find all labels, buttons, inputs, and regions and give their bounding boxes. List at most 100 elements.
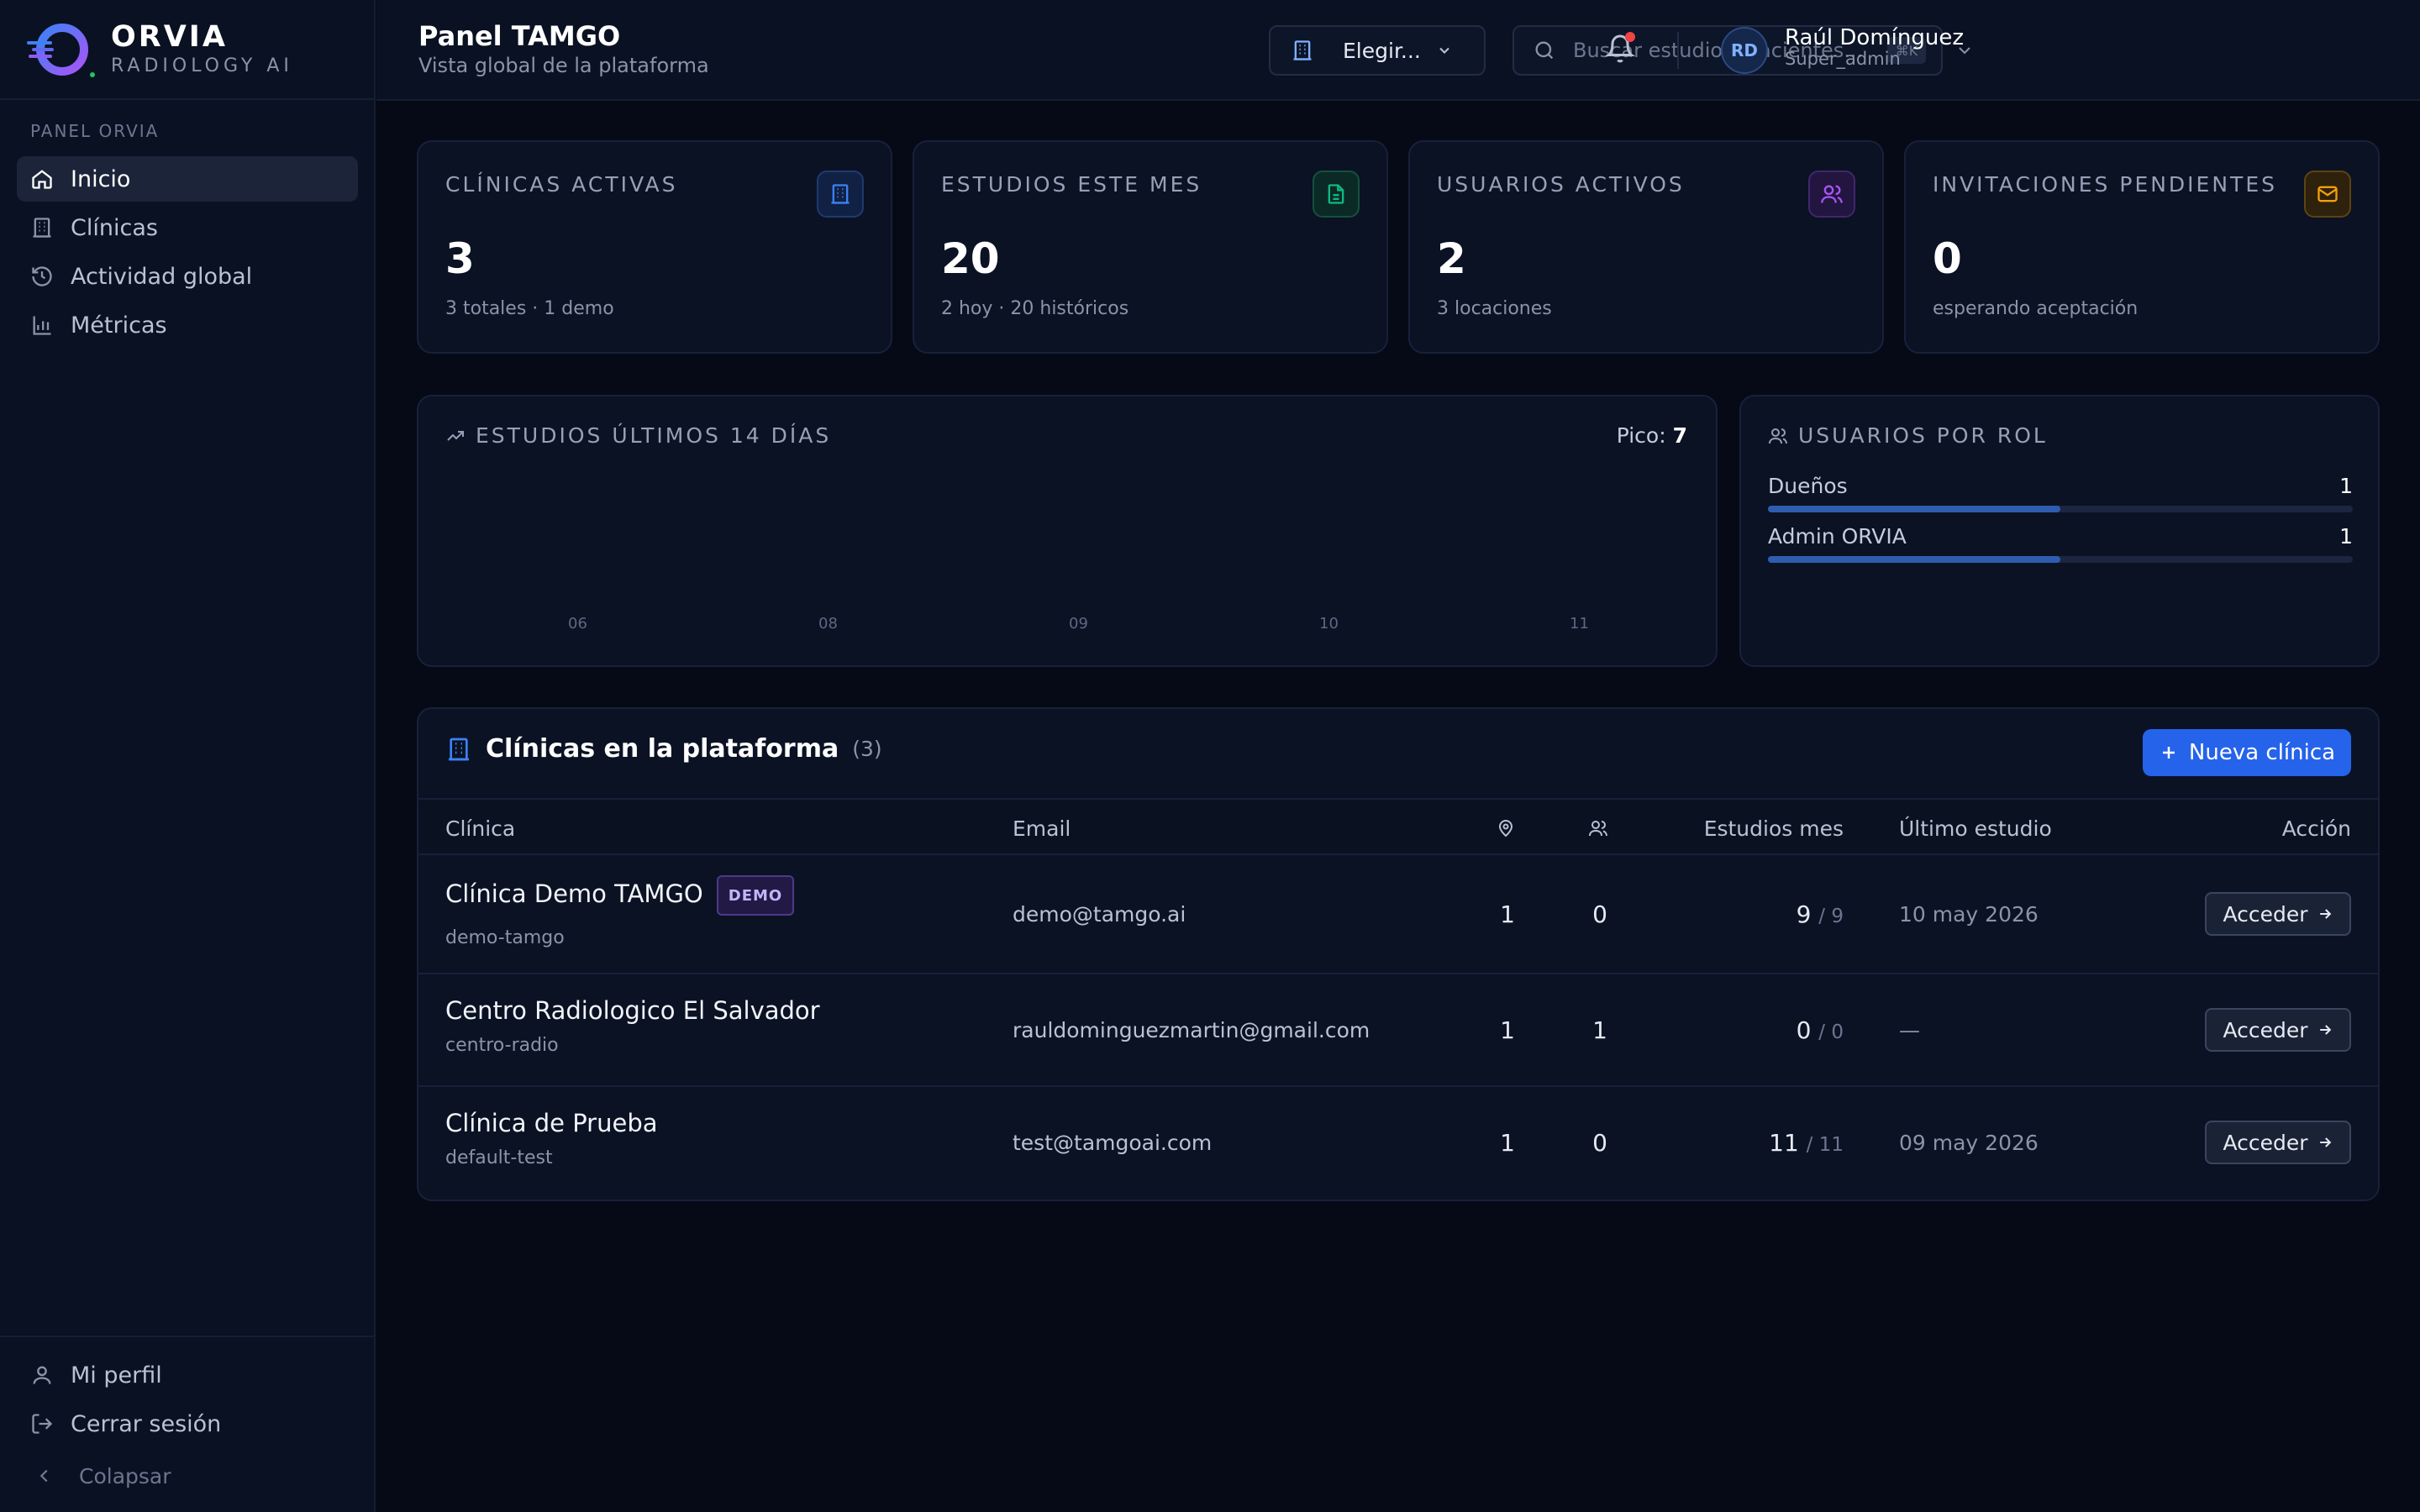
sidebar-item-metricas[interactable]: Métricas (17, 302, 358, 348)
logo-area: ORVIA RADIOLOGY AI (0, 0, 374, 100)
stat-sub: 3 totales · 1 demo (445, 298, 614, 319)
clinic-name-text: Clínica Demo TAMGO (445, 879, 703, 908)
access-button[interactable]: Acceder (2205, 892, 2351, 936)
clinic-name: Clínica Demo TAMGO DEMO (445, 875, 795, 916)
sidebar-item-label: Inicio (71, 165, 131, 192)
notification-dot (1625, 32, 1635, 42)
stat-value: 20 (941, 234, 1000, 283)
col-last-study[interactable]: Último estudio (1899, 816, 2052, 841)
clinic-selector[interactable]: Elegir... (1269, 25, 1486, 76)
logout-label: Cerrar sesión (71, 1410, 222, 1437)
stat-value: 3 (445, 234, 475, 283)
clinic-locations: 1 (1500, 1129, 1515, 1157)
stat-icon-box (1313, 171, 1360, 218)
roles-card: USUARIOS POR ROL Dueños 1 Admin ORVIA 1 (1739, 395, 2380, 667)
stat-label: USUARIOS ACTIVOS (1437, 172, 1685, 197)
col-action: Acción (2281, 816, 2351, 841)
access-button[interactable]: Acceder (2205, 1121, 2351, 1164)
x-tick-label: 06 (568, 615, 587, 633)
arrow-right-icon (2319, 909, 2331, 919)
collapse-sidebar-button[interactable]: Colapsar (17, 1453, 357, 1499)
arrow-right-icon (2319, 1137, 2331, 1147)
x-tick-label: 09 (1069, 615, 1088, 633)
col-email[interactable]: Email (1013, 816, 1071, 841)
clinic-name: Centro Radiologico El Salvador (445, 996, 820, 1025)
table-row: Centro Radiologico El Salvador centro-ra… (418, 974, 2378, 1087)
stat-card-clinicas: CLÍNICAS ACTIVAS 3 3 totales · 1 demo (417, 140, 892, 354)
collapse-label: Colapsar (79, 1463, 171, 1488)
users-icon (1589, 821, 1607, 837)
col-users[interactable] (1588, 818, 1608, 843)
access-button[interactable]: Acceder (2205, 1008, 2351, 1052)
clinic-studies: 11 / 11 (1769, 1129, 1844, 1157)
sidebar-item-inicio[interactable]: Inicio (17, 156, 358, 202)
studies-month: 0 (1796, 1016, 1812, 1044)
sidebar: ORVIA RADIOLOGY AI PANEL ORVIA Inicio Cl… (0, 0, 376, 1512)
clinic-email: rauldominguezmartin@gmail.com (1013, 1018, 1370, 1042)
roles-title: USUARIOS POR ROL (1768, 423, 2048, 448)
brand-name: ORVIA (111, 19, 228, 54)
building-icon (33, 218, 51, 238)
sidebar-item-clinicas[interactable]: Clínicas (17, 205, 358, 250)
clinic-email: demo@tamgo.ai (1013, 902, 1186, 927)
chart-title-text: ESTUDIOS ÚLTIMOS 14 DÍAS (476, 423, 832, 448)
logout-icon (32, 1414, 53, 1434)
col-studies[interactable]: Estudios mes (1704, 816, 1844, 841)
new-clinic-label: Nueva clínica (2188, 740, 2336, 765)
plus-icon (2162, 747, 2175, 759)
table-header: Clínica Email Estudios mes Último estudi… (418, 798, 2378, 855)
arrow-right-icon (2319, 1025, 2331, 1035)
users-icon (1769, 428, 1787, 444)
clinic-users: 0 (1592, 900, 1607, 928)
role-name: Dueños (1768, 474, 1848, 498)
sidebar-item-actividad-global[interactable]: Actividad global (17, 254, 358, 299)
clinics-title-text: Clínicas en la plataforma (486, 734, 839, 764)
clinic-last-study: 10 may 2026 (1899, 902, 2039, 927)
role-bar-track (1768, 556, 2353, 563)
stat-card-estudios: ESTUDIOS ESTE MES 20 2 hoy · 20 históric… (913, 140, 1388, 354)
clinic-users: 1 (1592, 1016, 1607, 1044)
trending-up-icon (447, 430, 464, 441)
profile-link[interactable]: Mi perfil (17, 1352, 357, 1398)
studies-month: 9 (1796, 900, 1812, 928)
page-title: Panel TAMGO (418, 20, 621, 52)
building-icon (1293, 40, 1312, 60)
sidebar-nav: Inicio Clínicas Actividad global Métrica… (17, 156, 358, 351)
clinic-email: test@tamgoai.com (1013, 1131, 1213, 1155)
stat-label: INVITACIONES PENDIENTES (1933, 172, 2277, 197)
stat-icon-box (2304, 171, 2351, 218)
new-clinic-button[interactable]: Nueva clínica (2143, 729, 2351, 776)
access-label: Acceder (2223, 1017, 2308, 1042)
sidebar-item-label: Clínicas (71, 214, 158, 241)
history-icon (32, 266, 52, 286)
x-tick-label: 10 (1319, 615, 1339, 633)
table-row: Clínica Demo TAMGO DEMO demo-tamgo demo@t… (418, 855, 2378, 974)
chevron-down-icon[interactable] (1954, 40, 1975, 60)
col-clinic[interactable]: Clínica (445, 816, 515, 841)
stat-value: 2 (1437, 234, 1466, 283)
clinic-slug: demo-tamgo (445, 927, 565, 948)
stat-card-usuarios: USUARIOS ACTIVOS 2 3 locaciones (1408, 140, 1884, 354)
stat-icon-box (817, 171, 864, 218)
table-row: Clínica de Prueba default-test test@tamg… (418, 1087, 2378, 1200)
access-label: Acceder (2223, 901, 2308, 927)
chevron-down-icon (1439, 47, 1449, 54)
role-bar-track (1768, 506, 2353, 512)
clinic-studies: 0 / 0 (1797, 1016, 1844, 1044)
col-locations[interactable] (1496, 818, 1516, 843)
studies-total: / 0 (1818, 1021, 1844, 1043)
stat-card-invitaciones: INVITACIONES PENDIENTES 0 esperando acep… (1904, 140, 2380, 354)
user-name[interactable]: Raúl Domínguez (1785, 25, 1964, 50)
home-icon (32, 170, 52, 189)
studies-total: / 11 (1806, 1134, 1844, 1156)
users-icon (1821, 185, 1843, 203)
stat-icon-box (1808, 171, 1855, 218)
building-icon (449, 738, 469, 760)
chevron-left-icon (39, 1469, 48, 1483)
logout-link[interactable]: Cerrar sesión (17, 1401, 357, 1446)
search-icon (1535, 41, 1554, 60)
avatar[interactable]: RD (1721, 27, 1768, 74)
stat-sub: 3 locaciones (1437, 298, 1552, 319)
user-role: Super_admin (1785, 49, 1901, 69)
sidebar-item-label: Métricas (71, 312, 167, 339)
